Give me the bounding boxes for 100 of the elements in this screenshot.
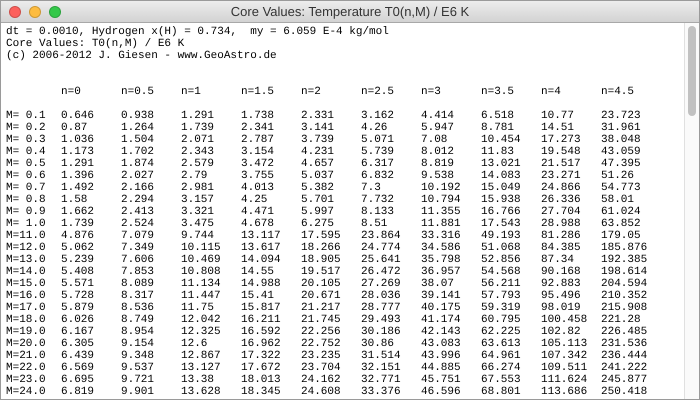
table-cell: 11.447 — [181, 290, 221, 302]
table-cell: 6.439 — [61, 350, 94, 362]
table-cell: 34.586 — [421, 242, 461, 254]
table-cell: 6.569 — [61, 362, 94, 374]
table-cell: 3.475 — [181, 218, 214, 230]
row-label: M=19.0 — [6, 326, 46, 338]
zoom-button[interactable] — [49, 6, 61, 18]
header-text: dt = 0.0010, Hydrogen x(H) = 0.734, my = 6.059 E-4 kg/mol — [6, 26, 389, 38]
table-cell: 102.82 — [541, 326, 581, 338]
column-header: n=3.5 — [481, 86, 514, 98]
table-cell: 24.866 — [541, 182, 581, 194]
table-cell: 1.264 — [121, 122, 154, 134]
table-cell: 13.628 — [181, 386, 221, 398]
column-header: n=1.5 — [241, 86, 274, 98]
column-header: n=2 — [301, 86, 321, 98]
row-label: M=18.0 — [6, 314, 46, 326]
table-cell: 8.51 — [361, 218, 388, 230]
row-label: M= 0.9 — [6, 206, 46, 218]
table-cell: 2.343 — [181, 146, 214, 158]
table-cell: 49.193 — [481, 230, 521, 242]
column-header: n=4.5 — [601, 86, 634, 98]
row-label: M=22.0 — [6, 362, 46, 374]
table-cell: 185.876 — [601, 242, 648, 254]
table-cell: 1.492 — [61, 182, 94, 194]
table-cell: 43.996 — [421, 350, 461, 362]
table-cell: 12.867 — [181, 350, 221, 362]
table-cell: 20.671 — [301, 290, 341, 302]
table-cell: 215.908 — [601, 302, 648, 314]
table-cell: 38.07 — [421, 278, 454, 290]
table-cell: 63.852 — [601, 218, 641, 230]
table-cell: 7.349 — [121, 242, 154, 254]
table-cell: 24.774 — [361, 242, 401, 254]
table-cell: 54.773 — [601, 182, 641, 194]
table-cell: 107.342 — [541, 350, 588, 362]
table-cell: 27.704 — [541, 206, 581, 218]
table-cell: 23.864 — [361, 230, 401, 242]
close-button[interactable] — [9, 6, 21, 18]
table-cell: 11.355 — [421, 206, 461, 218]
table-cell: 28.988 — [541, 218, 581, 230]
table-cell: 33.316 — [421, 230, 461, 242]
table-cell: 1.396 — [61, 170, 94, 182]
table-cell: 2.524 — [121, 218, 154, 230]
row-label: M= 0.8 — [6, 194, 46, 206]
table-cell: 11.75 — [181, 302, 214, 314]
table-cell: 60.795 — [481, 314, 521, 326]
table-cell: 43.059 — [601, 146, 641, 158]
row-label: M= 0.7 — [6, 182, 46, 194]
table-cell: 84.385 — [541, 242, 581, 254]
table-cell: 18.345 — [241, 386, 281, 398]
table-cell: 9.744 — [181, 230, 214, 242]
table-cell: 67.553 — [481, 374, 521, 386]
scrollbar-thumb[interactable] — [688, 26, 696, 116]
table-cell: 4.26 — [361, 122, 388, 134]
table-cell: 59.319 — [481, 302, 521, 314]
table-cell: 13.021 — [481, 158, 521, 170]
table-cell: 47.395 — [601, 158, 641, 170]
table-cell: 13.38 — [181, 374, 214, 386]
table-cell: 2.294 — [121, 194, 154, 206]
table-cell: 51.068 — [481, 242, 521, 254]
row-label: M=24.0 — [6, 386, 46, 398]
table-cell: 56.211 — [481, 278, 521, 290]
table-cell: 1.58 — [61, 194, 88, 206]
row-label: M= 0.1 — [6, 110, 46, 122]
table-cell: 4.231 — [301, 146, 334, 158]
table-cell: 13.117 — [241, 230, 281, 242]
table-cell: 68.801 — [481, 386, 521, 398]
row-label: M= 1.0 — [6, 218, 46, 230]
table-cell: 33.376 — [361, 386, 401, 398]
table-cell: 241.222 — [601, 362, 648, 374]
table-cell: 7.606 — [121, 254, 154, 266]
table-cell: 8.781 — [481, 122, 514, 134]
table-cell: 14.094 — [241, 254, 281, 266]
table-cell: 198.614 — [601, 266, 648, 278]
row-label: M= 0.3 — [6, 134, 46, 146]
table-cell: 57.793 — [481, 290, 521, 302]
minimize-button[interactable] — [29, 6, 41, 18]
table-cell: 0.938 — [121, 110, 154, 122]
table-cell: 6.317 — [361, 158, 394, 170]
header-text: (c) 2006-2012 J. Giesen - www.GeoAstro.de — [6, 50, 277, 62]
header-text: Core Values: T0(n,M) / E6 K — [6, 38, 184, 50]
table-cell: 1.504 — [121, 134, 154, 146]
table-cell: 5.239 — [61, 254, 94, 266]
table-cell: 9.901 — [121, 386, 154, 398]
row-label: M=20.0 — [6, 338, 46, 350]
table-cell: 6.305 — [61, 338, 94, 350]
table-cell: 5.037 — [301, 170, 334, 182]
table-cell: 9.348 — [121, 350, 154, 362]
table-cell: 19.517 — [301, 266, 341, 278]
table-cell: 38.048 — [601, 134, 641, 146]
table-cell: 22.256 — [301, 326, 341, 338]
table-cell: 64.961 — [481, 350, 521, 362]
table-cell: 10.77 — [541, 110, 574, 122]
table-cell: 18.266 — [301, 242, 341, 254]
table-cell: 15.938 — [481, 194, 521, 206]
table-cell: 30.86 — [361, 338, 394, 350]
table-cell: 1.739 — [61, 218, 94, 230]
table-cell: 63.613 — [481, 338, 521, 350]
table-cell: 10.794 — [421, 194, 461, 206]
table-cell: 6.819 — [61, 386, 94, 398]
table-cell: 3.141 — [301, 122, 334, 134]
